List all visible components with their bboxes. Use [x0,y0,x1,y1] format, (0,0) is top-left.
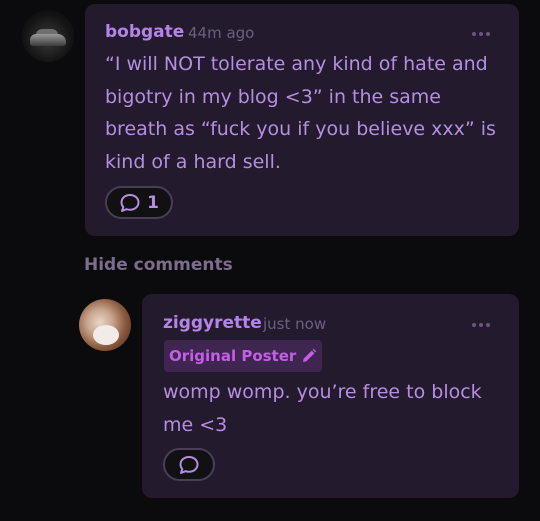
speech-bubble-icon [179,455,199,474]
avatar[interactable] [79,299,131,351]
comment-timestamp: 44m ago [188,24,255,42]
hide-comments-link[interactable]: Hide comments [84,255,233,275]
more-options-icon[interactable] [472,32,490,36]
pencil-icon [303,348,317,362]
comment-body: “I will NOT tolerate any kind of hate an… [105,53,496,173]
speech-bubble-icon [120,193,140,212]
comment-username[interactable]: bobgate [105,22,184,42]
reply-count: 1 [147,192,159,213]
avatar[interactable] [22,10,74,62]
original-poster-badge: Original Poster [164,340,323,372]
reply-timestamp: just now [263,315,327,333]
reply-card: ziggyrette just now womp womp. you’re fr… [142,294,519,498]
avatar-highlight [93,325,119,345]
reply-username[interactable]: ziggyrette [163,313,262,333]
comment-card: bobgate 44m ago “I will NOT tolerate any… [85,4,519,236]
comment-thread: bobgate 44m ago “I will NOT tolerate any… [0,0,540,521]
reply-button[interactable] [163,448,215,481]
reply-body: womp womp. you’re free to block me <3 [163,381,482,436]
more-options-icon[interactable] [472,323,490,327]
reply-count-button[interactable]: 1 [105,186,173,219]
badge-label: Original Poster [169,347,297,365]
avatar-car-body [30,34,66,46]
